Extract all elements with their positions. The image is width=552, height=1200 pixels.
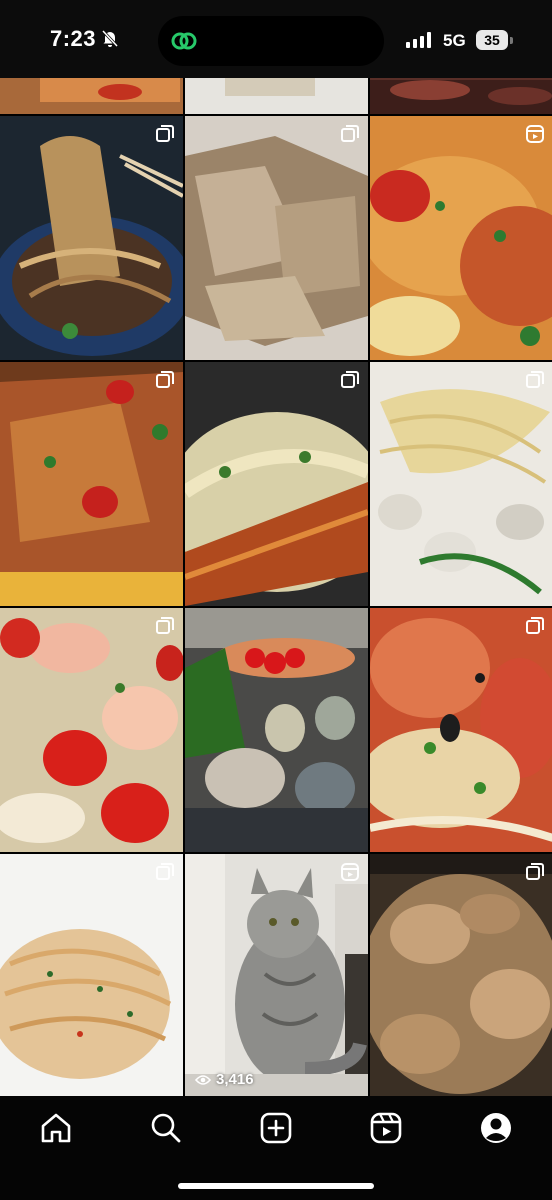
eye-icon bbox=[195, 1074, 211, 1085]
search-icon[interactable] bbox=[148, 1110, 184, 1146]
dynamic-island bbox=[158, 16, 384, 66]
carousel-icon bbox=[526, 617, 544, 634]
post-tile[interactable]: 3,416 bbox=[185, 854, 368, 1096]
battery-icon: 35 bbox=[476, 30, 508, 50]
profile-icon[interactable] bbox=[478, 1110, 514, 1146]
post-tile[interactable] bbox=[0, 116, 183, 360]
post-tile[interactable] bbox=[185, 78, 368, 114]
status-bar: 7:23 5G 35 bbox=[0, 0, 552, 78]
cellular-signal-icon bbox=[406, 32, 431, 48]
carousel-icon bbox=[156, 863, 174, 880]
create-icon[interactable] bbox=[258, 1110, 294, 1146]
view-count-label: 3,416 bbox=[216, 1071, 254, 1088]
post-tile[interactable] bbox=[185, 362, 368, 606]
reel-icon bbox=[341, 863, 359, 881]
post-tile[interactable] bbox=[0, 362, 183, 606]
post-tile[interactable] bbox=[0, 78, 183, 114]
profile-post-grid: 3,416 bbox=[0, 78, 552, 1096]
post-tile[interactable] bbox=[0, 854, 183, 1096]
carousel-icon bbox=[156, 617, 174, 634]
carousel-icon bbox=[341, 125, 359, 142]
carousel-icon bbox=[156, 371, 174, 388]
reel-icon bbox=[526, 125, 544, 143]
status-time: 7:23 bbox=[50, 26, 97, 51]
bell-muted-icon bbox=[101, 29, 119, 48]
post-tile[interactable] bbox=[185, 608, 368, 852]
post-tile[interactable] bbox=[185, 116, 368, 360]
carousel-icon bbox=[341, 371, 359, 388]
post-tile[interactable] bbox=[0, 608, 183, 852]
post-tile[interactable] bbox=[370, 78, 552, 114]
reels-icon[interactable] bbox=[368, 1110, 404, 1146]
post-tile[interactable] bbox=[370, 362, 552, 606]
view-count: 3,416 bbox=[195, 1071, 254, 1088]
post-tile[interactable] bbox=[370, 608, 552, 852]
carousel-icon bbox=[526, 371, 544, 388]
post-tile[interactable] bbox=[370, 854, 552, 1096]
home-icon[interactable] bbox=[38, 1110, 74, 1146]
post-tile[interactable] bbox=[370, 116, 552, 360]
link-activity-icon bbox=[171, 32, 197, 50]
home-indicator bbox=[178, 1183, 374, 1189]
carousel-icon bbox=[526, 863, 544, 880]
network-type: 5G bbox=[443, 31, 466, 50]
carousel-icon bbox=[156, 125, 174, 142]
battery-cap bbox=[510, 37, 513, 44]
